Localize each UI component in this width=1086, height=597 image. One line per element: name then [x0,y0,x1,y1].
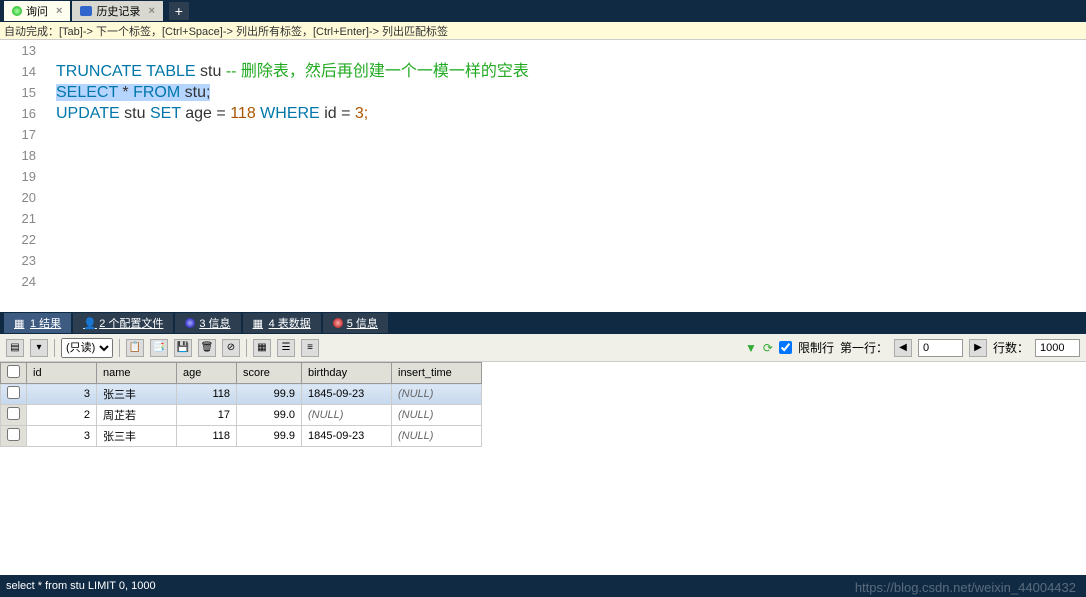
cell-score[interactable]: 99.9 [237,384,302,405]
cell-insert-time[interactable]: (NULL) [392,405,482,426]
cancel-icon[interactable]: ⊘ [222,339,240,357]
cell-name[interactable]: 张三丰 [97,426,177,447]
cell-birthday[interactable]: (NULL) [302,405,392,426]
table-row[interactable]: 3 张三丰 118 99.9 1845-09-23 (NULL) [1,426,482,447]
rowcount-label: 行数： [993,339,1029,356]
text-view-icon[interactable]: ≡ [301,339,319,357]
row-checkbox[interactable] [1,405,27,426]
top-tabs: 询问 × 历史记录 × + [0,0,1086,22]
firstrow-label: 第一行： [840,339,888,356]
close-icon[interactable]: × [148,5,154,17]
tab-query-label: 询问 [26,3,48,19]
result-toolbar: ▤ ▾ (只读) 📋 📑 💾 🗑 ⊘ ▦ ☰ ≡ ▼ ⟳ 限制行 第一行： ◀ … [0,334,1086,362]
delete-icon[interactable]: 🗑 [198,339,216,357]
watermark: https://blog.csdn.net/weixin_44004432 [855,580,1076,595]
tab-info5[interactable]: 5 信息 [323,313,388,333]
col-id[interactable]: id [27,363,97,384]
close-icon[interactable]: × [56,5,62,17]
mode-select[interactable]: (只读) [61,338,113,358]
duplicate-icon[interactable]: 📑 [150,339,168,357]
table-row[interactable]: 3 张三丰 118 99.9 1845-09-23 (NULL) [1,384,482,405]
tab-history[interactable]: 历史记录 × [72,1,162,21]
cell-score[interactable]: 99.0 [237,405,302,426]
history-icon [80,6,92,16]
cell-id[interactable]: 3 [27,426,97,447]
line-gutter: 131415 161718 192021 222324 [0,40,42,312]
filter-icon[interactable]: ▼ [745,341,757,355]
result-table: id name age score birthday insert_time 3… [0,362,482,447]
col-birthday[interactable]: birthday [302,363,392,384]
table-row[interactable]: 2 周芷若 17 99.0 (NULL) (NULL) [1,405,482,426]
limit-label: 限制行 [798,339,834,356]
export-icon[interactable]: ▤ [6,339,24,357]
cell-age[interactable]: 118 [177,384,237,405]
add-tab-button[interactable]: + [169,2,189,20]
sql-editor[interactable]: 131415 161718 192021 222324 TRUNCATE TAB… [0,40,1086,312]
prev-icon[interactable]: ◀ [894,339,912,357]
cell-birthday[interactable]: 1845-09-23 [302,384,392,405]
firstrow-input[interactable] [918,339,963,357]
col-name[interactable]: name [97,363,177,384]
cell-name[interactable]: 周芷若 [97,405,177,426]
row-checkbox[interactable] [1,384,27,405]
checkbox-header[interactable] [1,363,27,384]
dropdown-icon[interactable]: ▾ [30,339,48,357]
bottom-tabs: ▦1 结果 👤2 个配置文件 3 信息 ▦4 表数据 5 信息 [0,312,1086,334]
cell-score[interactable]: 99.9 [237,426,302,447]
grid-view-icon[interactable]: ▦ [253,339,271,357]
tab-results[interactable]: ▦1 结果 [4,313,71,333]
form-view-icon[interactable]: ☰ [277,339,295,357]
query-icon [12,6,22,16]
save-icon[interactable]: 💾 [174,339,192,357]
refresh-icon[interactable]: ⟳ [763,341,773,355]
table-icon: ▦ [253,317,265,329]
status-text: select * from stu LIMIT 0, 1000 [6,580,156,592]
tab-tabledata[interactable]: ▦4 表数据 [243,313,321,333]
tab-info3[interactable]: 3 信息 [175,313,240,333]
tab-query[interactable]: 询问 × [4,1,70,21]
col-age[interactable]: age [177,363,237,384]
col-score[interactable]: score [237,363,302,384]
cell-age[interactable]: 17 [177,405,237,426]
limit-checkbox[interactable] [779,341,792,354]
cell-insert-time[interactable]: (NULL) [392,384,482,405]
tab-profiles[interactable]: 👤2 个配置文件 [73,313,173,333]
next-icon[interactable]: ▶ [969,339,987,357]
col-insert-time[interactable]: insert_time [392,363,482,384]
info-icon [333,318,343,328]
cell-insert-time[interactable]: (NULL) [392,426,482,447]
code-area[interactable]: TRUNCATE TABLE stu -- 删除表，然后再创建一个一模一样的空表… [42,40,1086,312]
header-row: id name age score birthday insert_time [1,363,482,384]
cell-id[interactable]: 2 [27,405,97,426]
rowcount-input[interactable] [1035,339,1080,357]
info-icon [185,318,195,328]
cell-birthday[interactable]: 1845-09-23 [302,426,392,447]
grid-icon: ▦ [14,317,26,329]
copy-icon[interactable]: 📋 [126,339,144,357]
cell-age[interactable]: 118 [177,426,237,447]
row-checkbox[interactable] [1,426,27,447]
cell-id[interactable]: 3 [27,384,97,405]
profile-icon: 👤 [83,317,95,329]
autocomplete-hint: 自动完成：[Tab]-> 下一个标签，[Ctrl+Space]-> 列出所有标签… [0,22,1086,40]
cell-name[interactable]: 张三丰 [97,384,177,405]
tab-history-label: 历史记录 [96,3,140,19]
